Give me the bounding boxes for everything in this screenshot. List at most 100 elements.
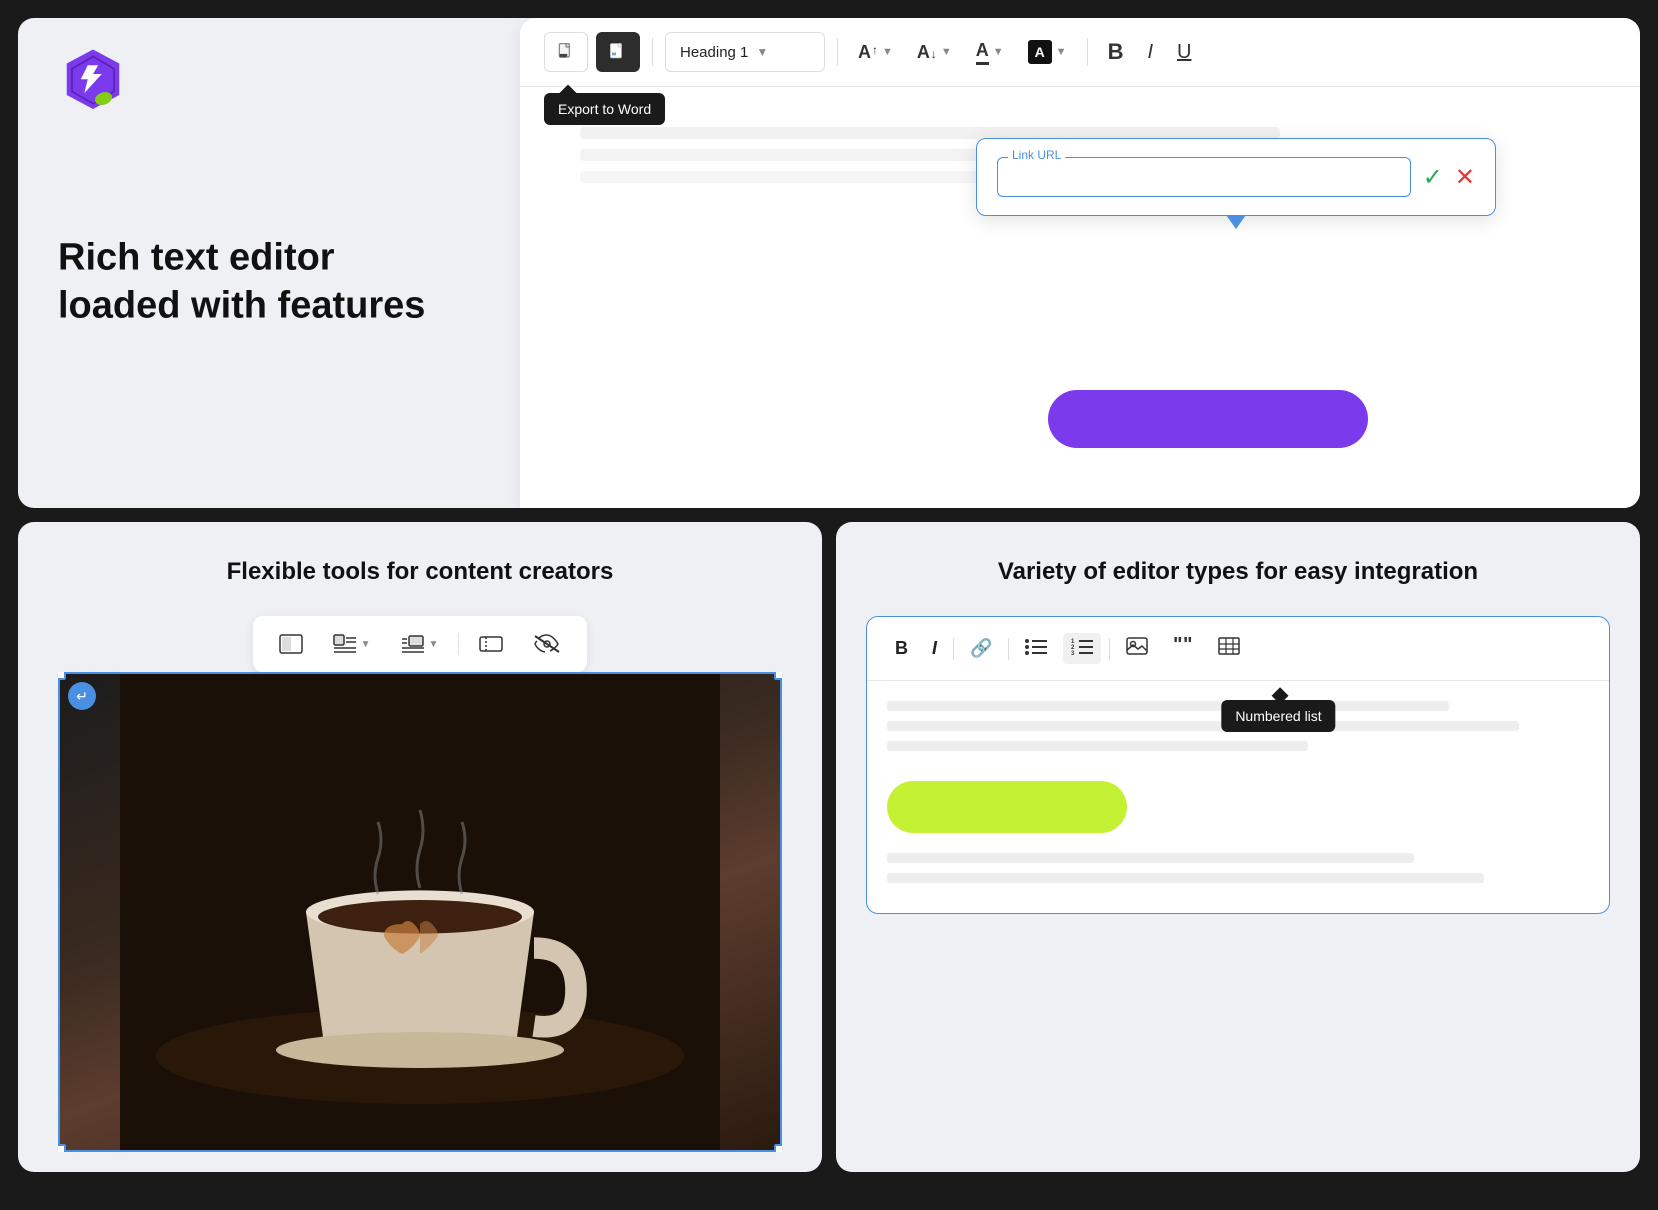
handle-top-right[interactable] — [774, 672, 782, 680]
mini-numbered-list-button[interactable]: 1 2 3 — [1063, 633, 1101, 664]
logo-area — [58, 46, 128, 116]
word-icon: W — [608, 42, 628, 62]
bullet-list-icon — [1025, 637, 1047, 655]
numbered-list-icon: 1 2 3 — [1071, 637, 1093, 655]
content-placeholder-3 — [887, 741, 1308, 751]
italic-button[interactable]: I — [1139, 32, 1161, 72]
image-float-button[interactable]: ▼ — [391, 628, 449, 660]
handle-bottom-left[interactable] — [58, 1144, 66, 1152]
svg-text:W: W — [612, 51, 617, 56]
font-size-increase-button[interactable]: A↑ ▼ — [850, 32, 901, 72]
link-url-label: Link URL — [1008, 148, 1065, 162]
mini-image-icon — [1126, 637, 1148, 655]
bold-button[interactable]: B — [1100, 32, 1132, 72]
mini-separator-3 — [1109, 638, 1110, 660]
link-url-field-wrapper: Link URL — [997, 157, 1411, 197]
heading-value: Heading 1 — [680, 44, 748, 61]
font-size-increase-icon: A↑ — [858, 42, 878, 63]
svg-text:": " — [1173, 637, 1182, 655]
font-size-increase-chevron: ▼ — [882, 46, 893, 58]
bottom-right-heading: Variety of editor types for easy integra… — [876, 558, 1600, 586]
editor-card: PDF W Heading 1 ▼ — [520, 18, 1640, 508]
editor-content-area-2 — [867, 853, 1609, 913]
bottom-right-card: Variety of editor types for easy integra… — [836, 522, 1640, 1172]
font-color-chevron: ▼ — [993, 46, 1004, 58]
image-toolbar: ▼ ▼ — [253, 616, 588, 672]
tooltip-text: Export to Word — [558, 101, 651, 117]
svg-text:PDF: PDF — [560, 54, 567, 58]
mini-editor-toolbar: B I 🔗 — [867, 617, 1609, 681]
image-float-chevron: ▼ — [429, 639, 439, 650]
link-cancel-button[interactable]: ✕ — [1455, 163, 1475, 192]
mini-italic-button[interactable]: I — [924, 634, 945, 663]
link-confirm-icon: ✓ — [1423, 164, 1443, 191]
hide-icon — [533, 634, 561, 654]
mini-link-icon: 🔗 — [970, 638, 992, 658]
top-section: Rich text editor loaded with features PD… — [18, 18, 1640, 508]
mini-bold-button[interactable]: B — [887, 634, 916, 663]
editor-types-card: B I 🔗 — [866, 616, 1610, 914]
bold-icon: B — [1108, 39, 1124, 65]
mini-link-button[interactable]: 🔗 — [962, 634, 1000, 663]
content-placeholder-1 — [887, 701, 1449, 711]
image-tool-separator — [458, 633, 459, 655]
svg-text:3: 3 — [1071, 651, 1075, 655]
bottom-left-heading: Flexible tools for content creators — [58, 558, 782, 586]
bottom-left-card: Flexible tools for content creators — [18, 522, 822, 1172]
editor-toolbar: PDF W Heading 1 ▼ — [520, 18, 1640, 87]
highlight-color-chevron: ▼ — [1056, 46, 1067, 58]
handle-top-left[interactable] — [58, 672, 66, 680]
image-float-icon — [401, 634, 425, 654]
mini-separator-1 — [953, 638, 954, 660]
highlight-color-icon: A — [1028, 40, 1052, 64]
separator-2 — [837, 38, 838, 66]
image-toolbar-container: ▼ ▼ — [58, 616, 782, 672]
image-inline-icon — [279, 634, 303, 654]
font-size-decrease-chevron: ▼ — [941, 46, 952, 58]
mini-bold-icon: B — [895, 638, 908, 658]
link-confirm-button[interactable]: ✓ — [1423, 163, 1443, 192]
selection-border: ↵ — [58, 672, 782, 1152]
image-hide-button[interactable] — [523, 628, 571, 660]
highlight-color-button[interactable]: A ▼ — [1020, 32, 1075, 72]
font-color-icon: A — [976, 40, 989, 65]
separator-3 — [1087, 38, 1088, 66]
tagline: Rich text editor loaded with features — [58, 235, 425, 330]
export-pdf-button[interactable]: PDF — [544, 32, 588, 72]
image-break-button[interactable] — [469, 628, 513, 660]
coffee-image-wrapper: ↵ — [58, 672, 782, 1152]
numbered-list-tooltip: Numbered list — [1221, 700, 1335, 732]
bottom-row: Flexible tools for content creators — [18, 522, 1640, 1172]
image-wrap-chevron: ▼ — [361, 639, 371, 650]
handle-bottom-right[interactable] — [774, 1144, 782, 1152]
mini-separator-2 — [1008, 638, 1009, 660]
table-icon — [1218, 637, 1240, 655]
image-inline-button[interactable] — [269, 628, 313, 660]
underline-button[interactable]: U — [1169, 32, 1199, 72]
pdf-icon: PDF — [556, 42, 576, 62]
content-placeholder-4 — [887, 853, 1414, 863]
mini-quote-button[interactable]: " " — [1164, 633, 1202, 664]
return-handle[interactable]: ↵ — [68, 682, 96, 710]
font-color-button[interactable]: A ▼ — [968, 32, 1012, 72]
green-pill-element — [887, 781, 1127, 833]
content-placeholder-2 — [887, 721, 1519, 731]
font-size-decrease-icon: A↓ — [917, 42, 937, 63]
font-size-decrease-button[interactable]: A↓ ▼ — [909, 32, 960, 72]
image-wrap-button[interactable]: ▼ — [323, 628, 381, 660]
separator-1 — [652, 38, 653, 66]
purple-action-button[interactable] — [1048, 390, 1368, 448]
export-word-button[interactable]: W — [596, 32, 640, 72]
svg-text:": " — [1183, 637, 1192, 655]
link-cancel-icon: ✕ — [1455, 164, 1475, 191]
mini-bullet-list-button[interactable] — [1017, 633, 1055, 664]
heading-select[interactable]: Heading 1 ▼ — [665, 32, 825, 72]
image-break-icon — [479, 634, 503, 654]
link-url-input[interactable] — [1010, 168, 1398, 185]
underline-icon: U — [1177, 41, 1191, 64]
logo-icon — [58, 46, 128, 116]
image-wrap-icon — [333, 634, 357, 654]
mini-table-button[interactable] — [1210, 633, 1248, 664]
mini-italic-icon: I — [932, 638, 937, 658]
mini-image-button[interactable] — [1118, 633, 1156, 664]
